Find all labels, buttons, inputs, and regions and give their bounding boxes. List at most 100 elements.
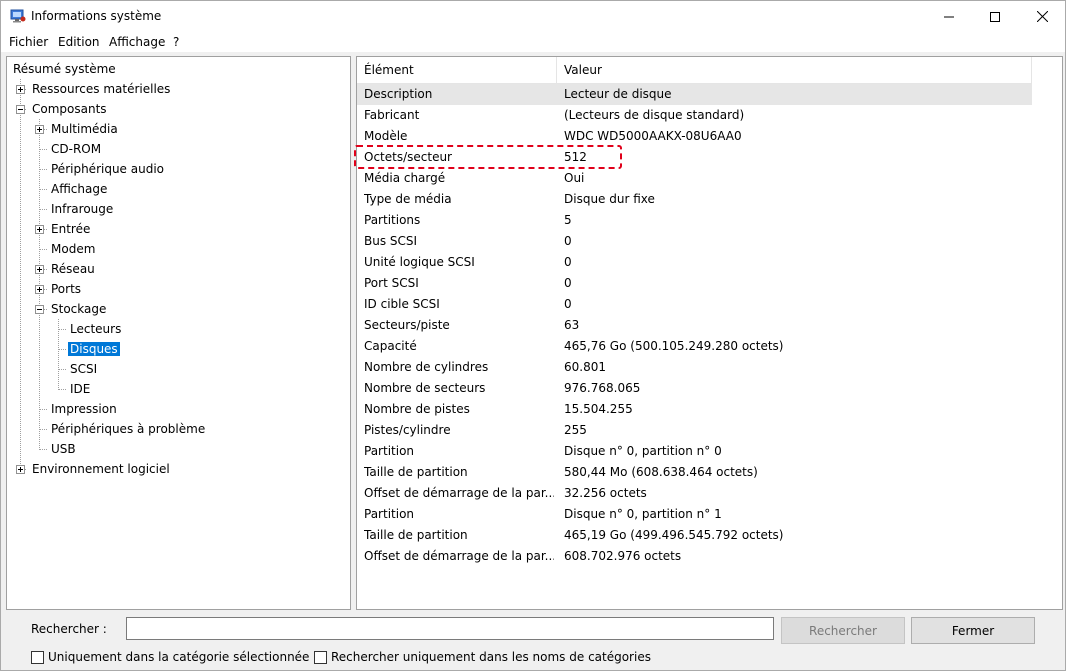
cell-element: ID cible SCSI [364,297,440,311]
table-row[interactable]: Offset de démarrage de la par... 32.256 o… [357,483,1032,504]
menu-affichage[interactable]: Affichage [109,35,165,49]
tree-item-ports[interactable]: Ports [49,279,83,299]
checkbox-category-names[interactable]: Rechercher uniquement dans les noms de c… [314,650,651,664]
cell-element: Port SCSI [364,276,419,290]
system-info-window: Informations système Fichier Edition Aff… [0,0,1066,671]
tree-item-ressources[interactable]: Ressources matérielles [30,79,172,99]
table-row[interactable]: Secteurs/piste 63 [357,315,1032,336]
table-row[interactable]: Taille de partition 580,44 Mo (608.638.46… [357,462,1032,483]
cell-value: Lecteur de disque [564,87,672,101]
tree-item-disques[interactable]: Disques [68,339,120,359]
tree-item-ide[interactable]: IDE [68,379,92,399]
tree-item-lecteurs[interactable]: Lecteurs [68,319,123,339]
table-row[interactable]: Port SCSI 0 [357,273,1032,294]
table-row[interactable]: Média chargé Oui [357,168,1032,189]
expand-ressources-icon[interactable] [16,85,25,94]
table-row[interactable]: Modèle WDC WD5000AAKX-08U6AA0 [357,126,1032,147]
table-row[interactable]: Partition Disque n° 0, partition n° 0 [357,441,1032,462]
cell-element: Type de média [364,192,452,206]
collapse-composants-icon[interactable] [16,105,25,114]
table-row[interactable]: ID cible SCSI 0 [357,294,1032,315]
menu-fichier[interactable]: Fichier [9,35,48,49]
maximize-icon [990,11,1000,22]
tree-item-composants[interactable]: Composants [30,99,109,119]
details-list[interactable]: Élément Valeur Description Lecteur de dis… [356,56,1063,610]
maximize-button[interactable] [972,1,1018,32]
menu-bar: Fichier Edition Affichage ? [1,32,1065,52]
expand-environnement-icon[interactable] [16,465,25,474]
column-header-value[interactable]: Valeur [557,57,1032,83]
cell-element: Unité logique SCSI [364,255,475,269]
table-row[interactable]: Partitions 5 [357,210,1032,231]
table-row[interactable]: Type de média Disque dur fixe [357,189,1032,210]
tree-item-affichage[interactable]: Affichage [49,179,109,199]
table-row[interactable]: Nombre de cylindres 60.801 [357,357,1032,378]
table-row[interactable]: Pistes/cylindre 255 [357,420,1032,441]
tree-item-multimedia[interactable]: Multimédia [49,119,120,139]
list-header: Élément Valeur [357,57,1032,84]
cell-value: Disque n° 0, partition n° 1 [564,507,722,521]
cell-value: 465,19 Go (499.496.545.792 octets) [564,528,784,542]
checkbox-selected-category-box[interactable] [31,650,44,664]
tree-item-resume[interactable]: Résumé système [11,59,118,79]
table-row[interactable]: Taille de partition 465,19 Go (499.496.54… [357,525,1032,546]
table-row[interactable]: Nombre de pistes 15.504.255 [357,399,1032,420]
cell-value: Disque n° 0, partition n° 0 [564,444,722,458]
expand-multimedia-icon[interactable] [35,125,44,134]
cell-element: Capacité [364,339,417,353]
table-row[interactable]: Fabricant (Lecteurs de disque standard) [357,105,1032,126]
cell-value: 608.702.976 octets [564,549,682,563]
minimize-icon [944,16,954,17]
close-button[interactable] [1019,1,1065,32]
column-header-element[interactable]: Élément [357,57,557,83]
search-button[interactable]: Rechercher [781,617,905,644]
tree-item-scsi[interactable]: SCSI [68,359,99,379]
tree-item-modem[interactable]: Modem [49,239,97,259]
tree-item-usb[interactable]: USB [49,439,78,459]
menu-help[interactable]: ? [173,35,179,49]
cell-value: 0 [564,255,572,269]
tree-item-impression[interactable]: Impression [49,399,119,419]
cell-value: 255 [564,423,587,437]
cell-element: Modèle [364,129,408,143]
cell-element: Octets/secteur [364,150,452,164]
table-row[interactable]: Unité logique SCSI 0 [357,252,1032,273]
collapse-stockage-icon[interactable] [35,305,44,314]
cell-element: Fabricant [364,108,420,122]
checkbox-selected-category[interactable]: Uniquement dans la catégorie sélectionné… [31,650,309,664]
cell-element: Pistes/cylindre [364,423,451,437]
table-row[interactable]: Octets/secteur 512 [357,147,1032,168]
tree-item-environnement[interactable]: Environnement logiciel [30,459,172,479]
table-row[interactable]: Offset de démarrage de la par... 608.702.… [357,546,1032,567]
minimize-button[interactable] [926,1,972,32]
checkbox-category-names-box[interactable] [314,650,327,664]
table-row[interactable]: Partition Disque n° 0, partition n° 1 [357,504,1032,525]
menu-edition[interactable]: Edition [58,35,100,49]
category-tree[interactable]: Résumé système Ressources matérielles Co… [6,56,351,610]
search-input[interactable] [126,617,774,640]
cell-element: Nombre de cylindres [364,360,489,374]
system-info-app-icon [10,9,26,23]
cell-value: 976.768.065 [564,381,641,395]
tree-item-cdrom[interactable]: CD-ROM [49,139,103,159]
expand-ports-icon[interactable] [35,285,44,294]
cell-element: Bus SCSI [364,234,418,248]
tree-item-audio[interactable]: Périphérique audio [49,159,166,179]
table-row[interactable]: Nombre de secteurs 976.768.065 [357,378,1032,399]
tree-item-stockage[interactable]: Stockage [49,299,108,319]
title-bar[interactable]: Informations système [1,1,1065,32]
table-row[interactable]: Description Lecteur de disque [357,84,1032,105]
table-row[interactable]: Capacité 465,76 Go (500.105.249.280 octet… [357,336,1032,357]
expand-entree-icon[interactable] [35,225,44,234]
tree-item-problemes[interactable]: Périphériques à problème [49,419,207,439]
cell-element: Nombre de pistes [364,402,470,416]
tree-item-infrarouge[interactable]: Infrarouge [49,199,115,219]
close-dialog-button[interactable]: Fermer [911,617,1035,644]
checkbox-category-names-label: Rechercher uniquement dans les noms de c… [331,650,651,664]
expand-reseau-icon[interactable] [35,265,44,274]
checkbox-selected-category-label: Uniquement dans la catégorie sélectionné… [48,650,310,664]
table-row[interactable]: Bus SCSI 0 [357,231,1032,252]
cell-element: Partition [364,507,415,521]
tree-item-entree[interactable]: Entrée [49,219,92,239]
tree-item-reseau[interactable]: Réseau [49,259,97,279]
